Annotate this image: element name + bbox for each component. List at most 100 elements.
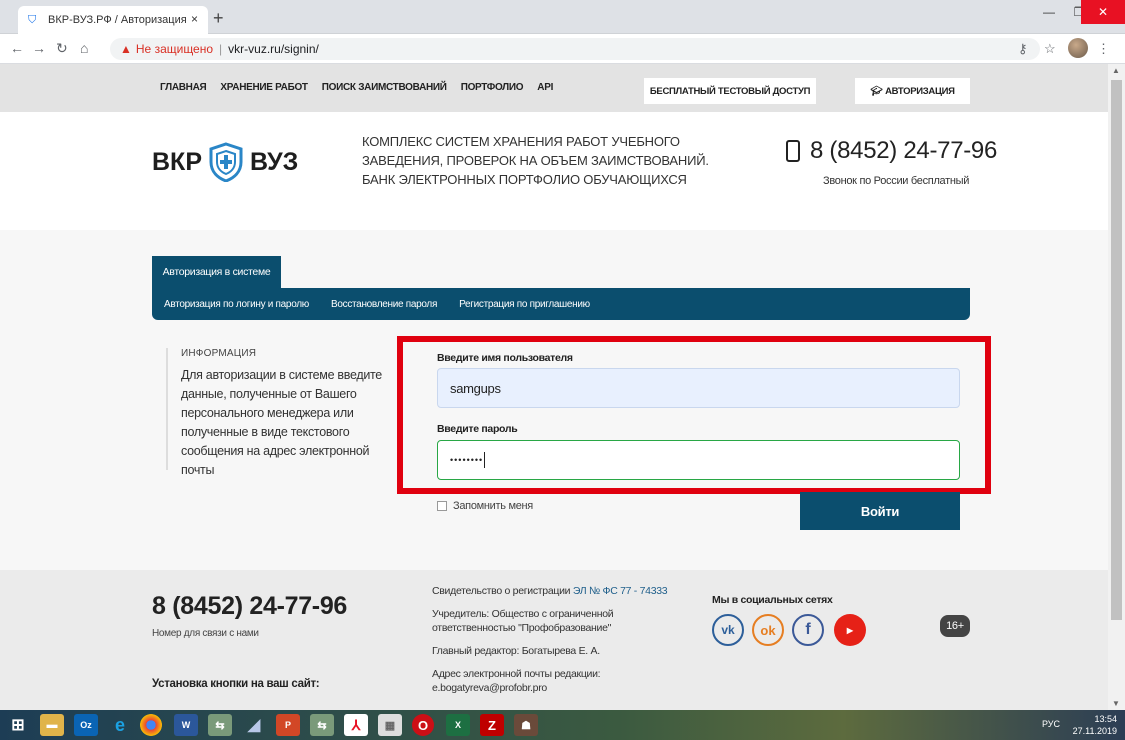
nav-link-api[interactable]: API bbox=[537, 82, 553, 93]
registration-info: Свидетельство о регистрации ЭЛ № ФС 77 -… bbox=[432, 584, 692, 598]
outlook-icon[interactable]: Oz bbox=[74, 714, 98, 736]
username-label: Введите имя пользователя bbox=[437, 352, 573, 364]
pen-tool-icon[interactable]: ◢ bbox=[242, 714, 266, 736]
network-folder-icon[interactable]: ⇆ bbox=[208, 714, 232, 736]
info-title: ИНФОРМАЦИЯ bbox=[181, 348, 257, 359]
info-text: Для авторизации в системе введите данные… bbox=[181, 366, 396, 480]
bookmark-star-icon[interactable]: ☆ bbox=[1044, 41, 1056, 57]
remember-checkbox[interactable] bbox=[437, 501, 447, 511]
tab-close-icon[interactable]: × bbox=[191, 12, 198, 26]
home-icon[interactable]: ⌂ bbox=[80, 40, 88, 56]
info-line: полученные в виде текстового bbox=[181, 425, 350, 439]
browser-toolbar: ← → ↻ ⌂ ▲ Не защищено | vkr-vuz.ru/signi… bbox=[0, 34, 1125, 64]
logo-text-left: ВКР bbox=[152, 147, 202, 176]
email-value[interactable]: e.bogatyreva@profobr.pro bbox=[432, 682, 547, 694]
scroll-up-arrow-icon[interactable]: ▲ bbox=[1112, 66, 1120, 75]
youtube-icon[interactable]: ▶ bbox=[834, 614, 866, 646]
new-tab-button[interactable]: + bbox=[213, 8, 224, 29]
subnav-password-recovery[interactable]: Восстановление пароля bbox=[331, 299, 437, 310]
not-secure-label: Не защищено bbox=[135, 42, 214, 56]
remember-me[interactable]: Запомнить меня bbox=[437, 500, 533, 512]
install-button-title: Установка кнопки на ваш сайт: bbox=[152, 678, 320, 690]
auth-button[interactable]: 🎓︎ АВТОРИЗАЦИЯ bbox=[855, 78, 970, 104]
file-explorer-icon[interactable]: ▬ bbox=[40, 714, 64, 736]
language-indicator[interactable]: РУС bbox=[1042, 719, 1060, 729]
auth-section: Авторизация в системе Авторизация по лог… bbox=[0, 230, 1108, 570]
system-clock[interactable]: 13:54 27.11.2019 bbox=[1073, 713, 1117, 737]
editor-info: Главный редактор: Богатырева Е. А. bbox=[432, 645, 600, 657]
browser-tabstrip: ⛉ ВКР-ВУЗ.РФ / Авторизация × + — ❐ ✕ bbox=[0, 0, 1125, 34]
email-label: Адрес электронной почты редакции: bbox=[432, 668, 601, 680]
password-label: Введите пароль bbox=[437, 423, 518, 435]
nav-link-main[interactable]: ГЛАВНАЯ bbox=[160, 82, 207, 93]
footer-phone-note: Номер для связи с нами bbox=[152, 628, 259, 639]
vk-icon[interactable]: vk bbox=[712, 614, 744, 646]
opera-icon[interactable]: O bbox=[412, 714, 434, 736]
minimize-icon[interactable]: — bbox=[1034, 0, 1064, 24]
close-window-icon[interactable]: ✕ bbox=[1081, 0, 1125, 24]
clock-time: 13:54 bbox=[1094, 714, 1117, 724]
back-arrow-icon[interactable]: ← bbox=[10, 40, 24, 56]
powerpoint-icon[interactable]: P bbox=[276, 714, 300, 736]
site-logo[interactable]: ВКР ВУЗ bbox=[152, 142, 298, 182]
shield-logo-icon bbox=[209, 142, 243, 182]
word-icon[interactable]: W bbox=[174, 714, 198, 736]
registration-link[interactable]: ЭЛ № ФС 77 - 74333 bbox=[573, 585, 668, 597]
auth-subnav: Авторизация по логину и паролю Восстанов… bbox=[152, 288, 970, 320]
auth-button-label: АВТОРИЗАЦИЯ bbox=[885, 85, 955, 97]
scroll-down-arrow-icon[interactable]: ▼ bbox=[1112, 699, 1120, 708]
login-button[interactable]: Войти bbox=[800, 492, 960, 530]
password-input[interactable]: •••••••• bbox=[437, 440, 960, 480]
calculator-icon[interactable]: ▦ bbox=[378, 714, 402, 736]
header-phone[interactable]: 8 (8452) 24-77-96 bbox=[786, 137, 997, 165]
top-navigation: ГЛАВНАЯ ХРАНЕНИЕ РАБОТ ПОИСК ЗАИМСТВОВАН… bbox=[0, 64, 1108, 112]
password-value: •••••••• bbox=[450, 455, 484, 465]
registration-prefix: Свидетельство о регистрации bbox=[432, 585, 573, 597]
graduation-cap-icon: 🎓︎ bbox=[870, 85, 883, 97]
excel-icon[interactable]: X bbox=[446, 714, 470, 736]
phone-note: Звонок по России бесплатный bbox=[823, 175, 970, 187]
founder-info: Учредитель: Общество с ограниченной отве… bbox=[432, 608, 614, 634]
reload-icon[interactable]: ↻ bbox=[56, 40, 68, 57]
footer-info: Свидетельство о регистрации ЭЛ № ФС 77 -… bbox=[432, 584, 692, 695]
browser-tab[interactable]: ⛉ ВКР-ВУЗ.РФ / Авторизация × bbox=[18, 6, 208, 34]
username-input[interactable]: samgups bbox=[437, 368, 960, 408]
menu-dots-icon[interactable]: ⋮ bbox=[1097, 41, 1110, 57]
clock-date: 27.11.2019 bbox=[1072, 726, 1117, 736]
info-line: Для авторизации в системе введите bbox=[181, 368, 382, 382]
tagline-line: КОМПЛЕКС СИСТЕМ ХРАНЕНИЯ РАБОТ УЧЕБНОГО bbox=[362, 134, 680, 149]
logo-text-right: ВУЗ bbox=[250, 147, 299, 176]
warning-triangle-icon: ▲ bbox=[120, 42, 132, 56]
shield-favicon-icon: ⛉ bbox=[28, 14, 37, 26]
forward-arrow-icon[interactable]: → bbox=[32, 40, 46, 56]
filezilla-icon[interactable]: Z bbox=[480, 714, 504, 736]
network-share-icon[interactable]: ⇆ bbox=[310, 714, 334, 736]
facebook-icon[interactable]: f bbox=[792, 614, 824, 646]
email-info: Адрес электронной почты редакции: e.bogat… bbox=[432, 667, 692, 695]
acrobat-icon[interactable]: ⅄ bbox=[344, 714, 368, 736]
text-cursor bbox=[484, 452, 486, 468]
nav-link-storage[interactable]: ХРАНЕНИЕ РАБОТ bbox=[220, 82, 308, 93]
chrome-icon[interactable] bbox=[140, 714, 162, 736]
footer-phone[interactable]: 8 (8452) 24-77-96 bbox=[152, 592, 347, 621]
key-icon[interactable]: ⚷ bbox=[1018, 41, 1028, 57]
free-trial-button[interactable]: БЕСПЛАТНЫЙ ТЕСТОВЫЙ ДОСТУП bbox=[644, 78, 816, 104]
nav-link-plagiarism[interactable]: ПОИСК ЗАИМСТВОВАНИЙ bbox=[322, 82, 447, 93]
profile-avatar[interactable] bbox=[1068, 38, 1088, 58]
tab-title: ВКР-ВУЗ.РФ / Авторизация bbox=[48, 14, 187, 26]
internet-explorer-icon[interactable]: e bbox=[108, 714, 132, 736]
game-app-icon[interactable]: ☗ bbox=[514, 714, 538, 736]
site-tagline: КОМПЛЕКС СИСТЕМ ХРАНЕНИЯ РАБОТ УЧЕБНОГО … bbox=[362, 132, 709, 189]
url-text: vkr-vuz.ru/signin/ bbox=[228, 42, 319, 56]
site-header: ВКР ВУЗ КОМПЛЕКС СИСТЕМ ХРАНЕНИЯ РАБОТ У… bbox=[0, 112, 1108, 230]
address-bar[interactable]: ▲ Не защищено | vkr-vuz.ru/signin/ bbox=[110, 38, 1040, 60]
nav-link-portfolio[interactable]: ПОРТФОЛИО bbox=[461, 82, 524, 93]
subnav-invite-registration[interactable]: Регистрация по приглашению bbox=[459, 299, 590, 310]
info-line: персонального менеджера или bbox=[181, 406, 354, 420]
windows-start-icon[interactable]: ⊞ bbox=[6, 714, 30, 736]
scrollbar-thumb[interactable] bbox=[1111, 80, 1122, 620]
tab-auth-system[interactable]: Авторизация в системе bbox=[152, 256, 281, 288]
odnoklassniki-icon[interactable]: ok bbox=[752, 614, 784, 646]
page-scrollbar[interactable]: ▲ ▼ bbox=[1108, 64, 1125, 710]
subnav-login-password[interactable]: Авторизация по логину и паролю bbox=[164, 299, 309, 310]
